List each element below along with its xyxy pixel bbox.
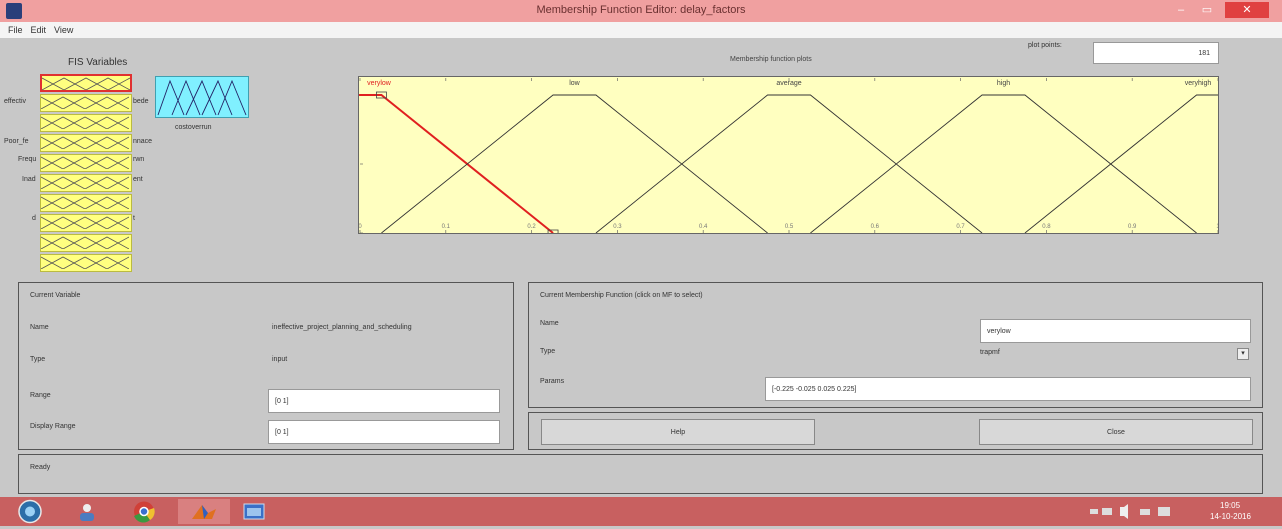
fis-input-variable-6[interactable]	[40, 174, 132, 192]
x-tick-label: 1	[1216, 224, 1218, 230]
maximize-button[interactable]: ▭	[1196, 2, 1218, 18]
fis-input-variable-2[interactable]	[40, 94, 132, 112]
plot-points-label: plot points:	[1028, 42, 1062, 49]
mf-mini-icon	[157, 79, 247, 116]
mf-type-select[interactable]: trapmf	[980, 349, 1000, 356]
close-window-button[interactable]: ✕	[1225, 2, 1269, 18]
cv-name-value: ineffective_project_planning_and_schedul…	[272, 324, 412, 331]
mf-line-verylow	[359, 94, 554, 233]
membership-function-plot[interactable]: 00.10.20.30.40.50.60.70.80.9100.51verylo…	[348, 76, 1220, 237]
x-tick-label: 0.3	[613, 224, 622, 230]
plot-title: Membership function plots	[730, 56, 812, 63]
fis-side-label-right: bede	[133, 98, 149, 105]
mf-line-veryhigh	[1024, 94, 1218, 233]
minimize-button[interactable]: –	[1170, 2, 1192, 18]
window-icon[interactable]	[236, 499, 272, 524]
cv-type-label: Type	[30, 356, 46, 363]
system-tray-icons[interactable]	[1086, 499, 1176, 524]
menu-file[interactable]: File	[8, 25, 23, 35]
chrome-icon[interactable]	[126, 499, 162, 524]
x-tick-label: 0.4	[699, 224, 708, 230]
clock-date: 14-10-2016	[1210, 512, 1251, 521]
x-tick-label: 0.6	[871, 224, 880, 230]
buttons-panel: Help Close	[528, 412, 1263, 450]
fis-input-variable-10[interactable]	[40, 254, 132, 272]
x-tick-label: 0.1	[442, 224, 451, 230]
fis-input-variable-4[interactable]	[40, 134, 132, 152]
help-button[interactable]: Help	[541, 419, 815, 445]
fis-variables-label: FIS Variables	[68, 57, 128, 68]
status-panel: Ready	[18, 454, 1263, 494]
fis-side-label: Frequ	[18, 156, 37, 163]
fis-input-variable-3[interactable]	[40, 114, 132, 132]
mf-label-high: high	[997, 80, 1010, 87]
window-title: Membership Function Editor: delay_factor…	[536, 4, 746, 16]
mf-label-low: low	[569, 80, 580, 87]
close-button[interactable]: Close	[979, 419, 1253, 445]
fis-side-label-right: ent	[133, 176, 143, 183]
current-mf-panel: Current Membership Function (click on MF…	[528, 282, 1263, 408]
mf-label-verylow: verylow	[367, 80, 392, 87]
start-button[interactable]	[8, 499, 52, 524]
range-input[interactable]: [0 1]	[268, 389, 500, 413]
fis-side-label: d	[32, 215, 36, 222]
mf-line-low	[381, 94, 768, 233]
fis-input-variable-8[interactable]	[40, 214, 132, 232]
fis-input-variable-5[interactable]	[40, 154, 132, 172]
fis-input-variable-9[interactable]	[40, 234, 132, 252]
taskbar: 19:05 14-10-2016	[0, 497, 1282, 526]
fis-side-label: Inad	[22, 176, 36, 183]
mf-params-input[interactable]: [-0.225 -0.025 0.025 0.225]	[765, 377, 1251, 401]
cv-type-value: input	[272, 356, 288, 363]
mf-label-veryhigh: veryhigh	[1185, 80, 1212, 87]
current-variable-panel: Current Variable Name ineffective_projec…	[18, 282, 514, 450]
menu-bar: File Edit View	[0, 22, 1282, 38]
menu-view[interactable]: View	[54, 25, 73, 35]
display-range-input[interactable]: [0 1]	[268, 420, 500, 444]
fis-side-label-right: rwn	[133, 156, 145, 163]
fis-side-label: Poor_fe	[4, 138, 29, 145]
x-tick-label: 0.7	[956, 224, 965, 230]
menu-edit[interactable]: Edit	[31, 25, 47, 35]
x-tick-label: 0.2	[527, 224, 536, 230]
mf-type-label: Type	[540, 348, 556, 355]
chevron-down-icon[interactable]: ▾	[1237, 348, 1249, 360]
clock-time: 19:05	[1220, 501, 1241, 510]
mf-name-input[interactable]: verylow	[980, 319, 1251, 343]
mf-line-high	[810, 94, 1197, 233]
user-icon[interactable]	[72, 499, 102, 524]
fis-output-variable[interactable]	[155, 76, 249, 118]
title-bar: Membership Function Editor: delay_factor…	[0, 0, 1282, 22]
cv-display-range-label: Display Range	[30, 423, 76, 430]
cv-range-label: Range	[30, 392, 51, 399]
mf-plot-svg: 00.10.20.30.40.50.60.70.80.9100.51verylo…	[348, 78, 1220, 237]
current-variable-heading: Current Variable	[30, 292, 81, 299]
x-tick-label: 0	[359, 224, 362, 230]
mf-params-label: Params	[540, 378, 565, 385]
mf-name-label: Name	[540, 320, 559, 327]
mf-label-average: average	[776, 80, 801, 87]
matlab-taskbar-icon[interactable]	[178, 499, 230, 524]
fis-side-label-right: nnace	[133, 138, 153, 145]
cv-name-label: Name	[30, 324, 49, 331]
current-mf-heading: Current Membership Function (click on MF…	[540, 292, 703, 299]
plot-points-input[interactable]: 181	[1093, 42, 1219, 64]
fis-input-variable-7[interactable]	[40, 194, 132, 212]
status-text: Ready	[30, 464, 51, 471]
fis-side-label: effectiv	[4, 98, 27, 105]
mf-line-average	[595, 94, 983, 233]
x-tick-label: 0.8	[1042, 224, 1051, 230]
x-tick-label: 0.9	[1128, 224, 1137, 230]
mf-mini-icon	[41, 77, 131, 91]
fis-side-label-right: t	[133, 215, 135, 222]
fis-output-label: costoverrun	[175, 124, 212, 131]
x-tick-label: 0.5	[785, 224, 794, 230]
fis-input-variable-1[interactable]	[40, 74, 132, 92]
